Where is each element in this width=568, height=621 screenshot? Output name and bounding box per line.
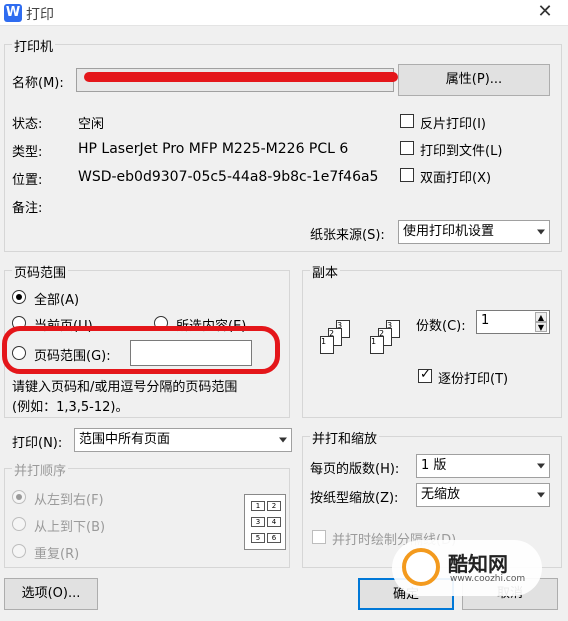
status-value: 空闲 bbox=[78, 117, 105, 132]
scale-label: 按纸型缩放(Z): bbox=[310, 491, 399, 506]
page-range-hint-line1: 请键入页码和/或用逗号分隔的页码范围 bbox=[12, 380, 238, 395]
chevron-down-icon bbox=[537, 463, 545, 469]
type-value: HP LaserJet Pro MFP M225-M226 PCL 6 bbox=[78, 141, 349, 157]
paper-source-select[interactable]: 使用打印机设置 bbox=[398, 220, 550, 244]
order-cell: 3 bbox=[251, 517, 265, 527]
watermark-url: www.coozhi.com bbox=[450, 574, 526, 584]
order-top-to-bottom-label: 从上到下(B) bbox=[34, 520, 106, 535]
page-range-hint-line2: (例如：1,3,5-12)。 bbox=[12, 400, 129, 415]
collate-pages-icon: 3 2 1 3 2 1 bbox=[314, 320, 404, 376]
scale-value: 无缩放 bbox=[421, 487, 461, 502]
chevron-down-icon bbox=[537, 229, 545, 235]
print-what-label: 打印(N): bbox=[12, 436, 63, 451]
status-label: 状态: bbox=[12, 117, 43, 132]
page-range-group-title: 页码范围 bbox=[12, 262, 69, 281]
copies-count-stepper[interactable]: 1 ▲ ▼ bbox=[476, 310, 550, 334]
draw-borders-checkbox[interactable] bbox=[312, 530, 326, 544]
location-value: WSD-eb0d9307-05c5-44a8-9b8c-1e7f46a5 bbox=[78, 169, 379, 185]
paper-source-label: 纸张来源(S): bbox=[310, 228, 385, 243]
chevron-down-icon bbox=[279, 437, 287, 443]
order-cell: 4 bbox=[267, 517, 281, 527]
order-top-to-bottom-radio[interactable] bbox=[12, 517, 26, 531]
order-cell: 6 bbox=[267, 533, 281, 543]
options-button-label: 选项(O)... bbox=[21, 586, 81, 601]
print-order-preview-icon: 1 2 3 4 5 6 bbox=[244, 494, 286, 550]
redaction-scribble bbox=[84, 72, 398, 82]
watermark: 酷知网 www.coozhi.com bbox=[392, 540, 542, 596]
order-cell: 2 bbox=[267, 501, 281, 511]
range-all-label: 全部(A) bbox=[34, 293, 80, 308]
wps-app-icon: W bbox=[4, 4, 22, 22]
duplex-print-checkbox[interactable] bbox=[400, 168, 414, 182]
print-order-group-title: 并打顺序 bbox=[12, 460, 69, 479]
order-left-to-right-radio[interactable] bbox=[12, 490, 26, 504]
properties-button[interactable]: 属性(P)... bbox=[398, 64, 550, 96]
zoom-group-title: 并打和缩放 bbox=[310, 428, 380, 447]
watermark-logo-icon bbox=[402, 548, 440, 586]
pages-per-sheet-label: 每页的版数(H): bbox=[310, 462, 400, 477]
print-to-file-checkbox[interactable] bbox=[400, 141, 414, 155]
collate-checkbox[interactable] bbox=[418, 367, 432, 383]
type-label: 类型: bbox=[12, 145, 43, 160]
print-what-select[interactable]: 范围中所有页面 bbox=[74, 428, 292, 452]
printer-name-label: 名称(M): bbox=[12, 76, 64, 91]
copies-count-label: 份数(C): bbox=[416, 319, 466, 334]
location-label: 位置: bbox=[12, 173, 43, 188]
reverse-print-checkbox[interactable] bbox=[400, 114, 414, 128]
copies-group-title: 副本 bbox=[310, 262, 341, 281]
close-icon[interactable]: ✕ bbox=[536, 0, 554, 24]
comment-label: 备注: bbox=[12, 201, 43, 216]
window-title: 打印 bbox=[26, 7, 54, 23]
print-to-file-label: 打印到文件(L) bbox=[420, 144, 503, 159]
order-cell: 1 bbox=[251, 501, 265, 511]
print-what-value: 范围中所有页面 bbox=[79, 432, 171, 447]
duplex-print-label: 双面打印(X) bbox=[420, 171, 492, 186]
printer-group-title: 打印机 bbox=[12, 36, 56, 55]
order-cell: 5 bbox=[251, 533, 265, 543]
reverse-print-label: 反片打印(I) bbox=[420, 117, 486, 132]
collate-label: 逐份打印(T) bbox=[438, 372, 509, 387]
range-all-radio[interactable] bbox=[12, 290, 26, 304]
pages-per-sheet-select[interactable]: 1 版 bbox=[416, 454, 550, 478]
stepper-up-icon[interactable]: ▲ bbox=[535, 312, 547, 322]
pages-per-sheet-value: 1 版 bbox=[421, 458, 447, 473]
order-left-to-right-label: 从左到右(F) bbox=[34, 493, 104, 508]
scale-select[interactable]: 无缩放 bbox=[416, 483, 550, 507]
order-repeat-label: 重复(R) bbox=[34, 547, 80, 562]
paper-source-value: 使用打印机设置 bbox=[403, 224, 495, 239]
highlight-annotation bbox=[2, 326, 280, 374]
copies-count-value: 1 bbox=[481, 313, 490, 328]
chevron-down-icon bbox=[537, 492, 545, 498]
stepper-down-icon[interactable]: ▼ bbox=[535, 322, 547, 332]
options-button[interactable]: 选项(O)... bbox=[4, 578, 98, 610]
title-bar bbox=[0, 0, 568, 26]
properties-button-label: 属性(P)... bbox=[445, 72, 503, 87]
order-repeat-radio[interactable] bbox=[12, 544, 26, 558]
watermark-name: 酷知网 bbox=[448, 552, 508, 576]
